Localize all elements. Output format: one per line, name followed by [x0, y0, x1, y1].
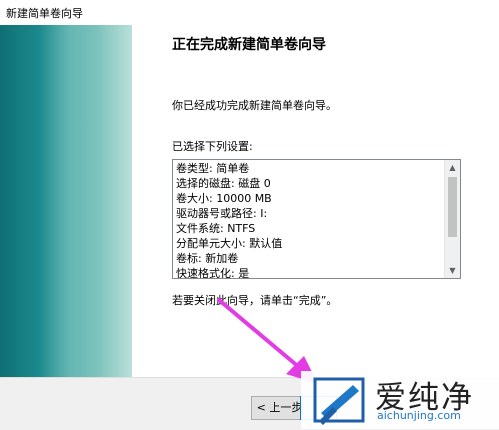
- wizard-content: 正在完成新建简单卷向导 你已经成功完成新建简单卷向导。 已选择下列设置: 卷类型…: [132, 25, 499, 377]
- settings-label: 已选择下列设置:: [172, 140, 253, 153]
- title-bar: 新建简单卷向导: [0, 0, 499, 26]
- setting-line: 卷标: 新加卷: [176, 252, 239, 265]
- watermark-url: aichunjing.com: [377, 409, 461, 422]
- window-title: 新建简单卷向导: [6, 7, 83, 20]
- scroll-up-icon[interactable]: ▲: [445, 160, 460, 175]
- watermark: 爱纯净 aichunjing.com: [301, 371, 499, 429]
- setting-line: 快速格式化: 是: [176, 267, 250, 279]
- scroll-down-icon[interactable]: ▼: [445, 263, 460, 278]
- intro-text: 你已经成功完成新建简单卷向导。: [172, 99, 337, 112]
- closing-instructions: 若要关闭此向导，请单击“完成”。: [172, 294, 338, 307]
- banner-sheen: [40, 25, 100, 377]
- setting-line: 文件系统: NTFS: [176, 222, 256, 235]
- setting-line: 卷类型: 简单卷: [176, 162, 250, 175]
- watermark-logo-icon: [313, 377, 365, 425]
- setting-line: 卷大小: 10000 MB: [176, 192, 272, 205]
- scroll-thumb[interactable]: [448, 177, 457, 237]
- setting-line: 选择的磁盘: 磁盘 0: [176, 177, 271, 190]
- settings-lines: 卷类型: 简单卷 选择的磁盘: 磁盘 0 卷大小: 10000 MB 驱动器号或…: [176, 161, 441, 279]
- vertical-scrollbar[interactable]: ▲ ▼: [444, 160, 460, 278]
- settings-listbox[interactable]: 卷类型: 简单卷 选择的磁盘: 磁盘 0 卷大小: 10000 MB 驱动器号或…: [172, 159, 461, 279]
- setting-line: 分配单元大小: 默认值: [176, 237, 283, 250]
- setting-line: 驱动器号或路径: I:: [176, 207, 268, 220]
- wizard-side-banner: [0, 25, 132, 377]
- page-heading: 正在完成新建简单卷向导: [172, 37, 326, 53]
